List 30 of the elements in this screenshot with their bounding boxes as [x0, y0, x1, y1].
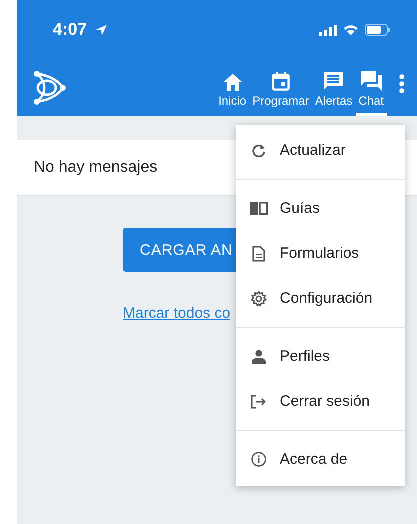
- refresh-icon: [250, 144, 268, 158]
- nav-tab[interactable]: Inicio: [216, 74, 250, 116]
- location-arrow-icon: [95, 24, 108, 36]
- person-icon: [250, 350, 268, 364]
- info-icon: [250, 452, 268, 467]
- more-options-icon[interactable]: [399, 74, 405, 94]
- menu-item[interactable]: Cerrar sesión: [236, 379, 405, 424]
- logo-icon: [33, 70, 67, 106]
- nav-tab[interactable]: Programar: [250, 72, 312, 116]
- battery-icon: [365, 24, 391, 36]
- home-icon: [224, 74, 242, 91]
- nav-tab[interactable]: Alertas: [312, 72, 356, 116]
- book-icon: [250, 202, 268, 215]
- nav-tab[interactable]: Chat: [356, 71, 387, 116]
- menu-item[interactable]: Guías: [236, 186, 405, 231]
- mark-all-link[interactable]: Marcar todos co: [123, 305, 231, 322]
- signal-icon: [319, 24, 337, 36]
- menu-item[interactable]: Configuración: [236, 276, 405, 321]
- calendar-icon: [272, 72, 290, 91]
- wifi-icon: [343, 24, 359, 36]
- menu-item[interactable]: Acerca de: [236, 437, 405, 482]
- menu-item[interactable]: Perfiles: [236, 334, 405, 379]
- message-icon: [324, 72, 344, 91]
- logout-icon: [250, 394, 268, 408]
- menu-item[interactable]: Actualizar: [236, 128, 405, 173]
- status-time: 4:07: [53, 20, 88, 40]
- chat-icon: [360, 71, 382, 91]
- empty-message: No hay mensajes: [34, 158, 158, 176]
- document-icon: [250, 246, 268, 262]
- settings-icon: [250, 290, 268, 306]
